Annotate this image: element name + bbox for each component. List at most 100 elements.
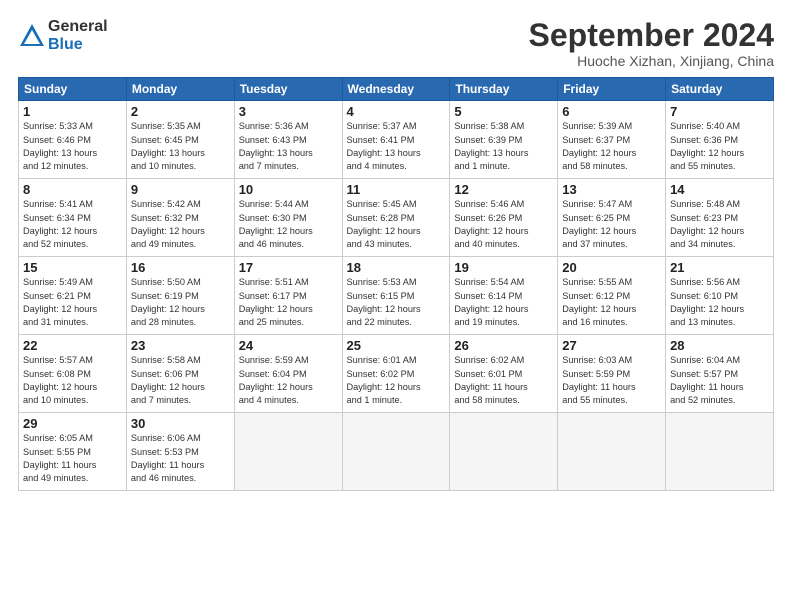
logo-general-text: General bbox=[48, 18, 108, 36]
header: General Blue September 2024 Huoche Xizha… bbox=[18, 18, 774, 69]
calendar-row: 15Sunrise: 5:49 AMSunset: 6:21 PMDayligh… bbox=[19, 257, 774, 335]
day-number: 3 bbox=[239, 104, 338, 119]
table-row: 12Sunrise: 5:46 AMSunset: 6:26 PMDayligh… bbox=[450, 179, 558, 257]
table-row: 16Sunrise: 5:50 AMSunset: 6:19 PMDayligh… bbox=[126, 257, 234, 335]
day-info: Sunrise: 6:03 AMSunset: 5:59 PMDaylight:… bbox=[562, 354, 661, 407]
table-row: 21Sunrise: 5:56 AMSunset: 6:10 PMDayligh… bbox=[666, 257, 774, 335]
day-number: 28 bbox=[670, 338, 769, 353]
calendar-row: 1Sunrise: 5:33 AMSunset: 6:46 PMDaylight… bbox=[19, 101, 774, 179]
day-info: Sunrise: 5:45 AMSunset: 6:28 PMDaylight:… bbox=[347, 198, 446, 251]
day-number: 21 bbox=[670, 260, 769, 275]
day-info: Sunrise: 5:39 AMSunset: 6:37 PMDaylight:… bbox=[562, 120, 661, 173]
table-row bbox=[342, 413, 450, 491]
day-info: Sunrise: 5:44 AMSunset: 6:30 PMDaylight:… bbox=[239, 198, 338, 251]
day-info: Sunrise: 5:50 AMSunset: 6:19 PMDaylight:… bbox=[131, 276, 230, 329]
calendar-table: Sunday Monday Tuesday Wednesday Thursday… bbox=[18, 77, 774, 491]
day-number: 20 bbox=[562, 260, 661, 275]
day-info: Sunrise: 6:01 AMSunset: 6:02 PMDaylight:… bbox=[347, 354, 446, 407]
table-row: 25Sunrise: 6:01 AMSunset: 6:02 PMDayligh… bbox=[342, 335, 450, 413]
header-sunday: Sunday bbox=[19, 78, 127, 101]
table-row: 29Sunrise: 6:05 AMSunset: 5:55 PMDayligh… bbox=[19, 413, 127, 491]
table-row: 27Sunrise: 6:03 AMSunset: 5:59 PMDayligh… bbox=[558, 335, 666, 413]
table-row: 10Sunrise: 5:44 AMSunset: 6:30 PMDayligh… bbox=[234, 179, 342, 257]
day-number: 16 bbox=[131, 260, 230, 275]
day-info: Sunrise: 5:48 AMSunset: 6:23 PMDaylight:… bbox=[670, 198, 769, 251]
day-info: Sunrise: 5:54 AMSunset: 6:14 PMDaylight:… bbox=[454, 276, 553, 329]
day-number: 25 bbox=[347, 338, 446, 353]
day-number: 11 bbox=[347, 182, 446, 197]
table-row: 13Sunrise: 5:47 AMSunset: 6:25 PMDayligh… bbox=[558, 179, 666, 257]
table-row: 30Sunrise: 6:06 AMSunset: 5:53 PMDayligh… bbox=[126, 413, 234, 491]
day-info: Sunrise: 5:35 AMSunset: 6:45 PMDaylight:… bbox=[131, 120, 230, 173]
table-row: 23Sunrise: 5:58 AMSunset: 6:06 PMDayligh… bbox=[126, 335, 234, 413]
table-row: 15Sunrise: 5:49 AMSunset: 6:21 PMDayligh… bbox=[19, 257, 127, 335]
day-info: Sunrise: 5:59 AMSunset: 6:04 PMDaylight:… bbox=[239, 354, 338, 407]
day-number: 7 bbox=[670, 104, 769, 119]
header-saturday: Saturday bbox=[666, 78, 774, 101]
table-row: 7Sunrise: 5:40 AMSunset: 6:36 PMDaylight… bbox=[666, 101, 774, 179]
day-info: Sunrise: 5:41 AMSunset: 6:34 PMDaylight:… bbox=[23, 198, 122, 251]
day-number: 17 bbox=[239, 260, 338, 275]
month-title: September 2024 bbox=[529, 18, 774, 53]
day-info: Sunrise: 5:36 AMSunset: 6:43 PMDaylight:… bbox=[239, 120, 338, 173]
table-row bbox=[234, 413, 342, 491]
day-number: 14 bbox=[670, 182, 769, 197]
table-row: 17Sunrise: 5:51 AMSunset: 6:17 PMDayligh… bbox=[234, 257, 342, 335]
table-row: 18Sunrise: 5:53 AMSunset: 6:15 PMDayligh… bbox=[342, 257, 450, 335]
table-row: 19Sunrise: 5:54 AMSunset: 6:14 PMDayligh… bbox=[450, 257, 558, 335]
day-number: 9 bbox=[131, 182, 230, 197]
day-info: Sunrise: 5:58 AMSunset: 6:06 PMDaylight:… bbox=[131, 354, 230, 407]
day-info: Sunrise: 5:51 AMSunset: 6:17 PMDaylight:… bbox=[239, 276, 338, 329]
table-row: 9Sunrise: 5:42 AMSunset: 6:32 PMDaylight… bbox=[126, 179, 234, 257]
day-number: 22 bbox=[23, 338, 122, 353]
day-info: Sunrise: 5:38 AMSunset: 6:39 PMDaylight:… bbox=[454, 120, 553, 173]
table-row: 20Sunrise: 5:55 AMSunset: 6:12 PMDayligh… bbox=[558, 257, 666, 335]
calendar-row: 29Sunrise: 6:05 AMSunset: 5:55 PMDayligh… bbox=[19, 413, 774, 491]
day-info: Sunrise: 6:02 AMSunset: 6:01 PMDaylight:… bbox=[454, 354, 553, 407]
day-number: 27 bbox=[562, 338, 661, 353]
table-row bbox=[558, 413, 666, 491]
table-row: 1Sunrise: 5:33 AMSunset: 6:46 PMDaylight… bbox=[19, 101, 127, 179]
table-row: 26Sunrise: 6:02 AMSunset: 6:01 PMDayligh… bbox=[450, 335, 558, 413]
calendar-row: 8Sunrise: 5:41 AMSunset: 6:34 PMDaylight… bbox=[19, 179, 774, 257]
table-row: 6Sunrise: 5:39 AMSunset: 6:37 PMDaylight… bbox=[558, 101, 666, 179]
day-info: Sunrise: 5:57 AMSunset: 6:08 PMDaylight:… bbox=[23, 354, 122, 407]
header-tuesday: Tuesday bbox=[234, 78, 342, 101]
table-row: 5Sunrise: 5:38 AMSunset: 6:39 PMDaylight… bbox=[450, 101, 558, 179]
table-row: 8Sunrise: 5:41 AMSunset: 6:34 PMDaylight… bbox=[19, 179, 127, 257]
table-row: 14Sunrise: 5:48 AMSunset: 6:23 PMDayligh… bbox=[666, 179, 774, 257]
day-number: 5 bbox=[454, 104, 553, 119]
day-number: 10 bbox=[239, 182, 338, 197]
table-row bbox=[450, 413, 558, 491]
table-row: 4Sunrise: 5:37 AMSunset: 6:41 PMDaylight… bbox=[342, 101, 450, 179]
day-number: 19 bbox=[454, 260, 553, 275]
day-number: 2 bbox=[131, 104, 230, 119]
day-number: 18 bbox=[347, 260, 446, 275]
day-info: Sunrise: 6:06 AMSunset: 5:53 PMDaylight:… bbox=[131, 432, 230, 485]
day-number: 15 bbox=[23, 260, 122, 275]
day-number: 23 bbox=[131, 338, 230, 353]
day-info: Sunrise: 5:56 AMSunset: 6:10 PMDaylight:… bbox=[670, 276, 769, 329]
title-block: September 2024 Huoche Xizhan, Xinjiang, … bbox=[529, 18, 774, 69]
day-info: Sunrise: 5:49 AMSunset: 6:21 PMDaylight:… bbox=[23, 276, 122, 329]
logo-blue-text: Blue bbox=[48, 36, 108, 54]
day-number: 24 bbox=[239, 338, 338, 353]
table-row: 28Sunrise: 6:04 AMSunset: 5:57 PMDayligh… bbox=[666, 335, 774, 413]
day-number: 4 bbox=[347, 104, 446, 119]
day-number: 8 bbox=[23, 182, 122, 197]
table-row: 11Sunrise: 5:45 AMSunset: 6:28 PMDayligh… bbox=[342, 179, 450, 257]
day-number: 12 bbox=[454, 182, 553, 197]
day-info: Sunrise: 5:46 AMSunset: 6:26 PMDaylight:… bbox=[454, 198, 553, 251]
table-row: 3Sunrise: 5:36 AMSunset: 6:43 PMDaylight… bbox=[234, 101, 342, 179]
day-info: Sunrise: 5:33 AMSunset: 6:46 PMDaylight:… bbox=[23, 120, 122, 173]
table-row: 24Sunrise: 5:59 AMSunset: 6:04 PMDayligh… bbox=[234, 335, 342, 413]
table-row: 2Sunrise: 5:35 AMSunset: 6:45 PMDaylight… bbox=[126, 101, 234, 179]
day-number: 13 bbox=[562, 182, 661, 197]
location-subtitle: Huoche Xizhan, Xinjiang, China bbox=[529, 53, 774, 69]
header-friday: Friday bbox=[558, 78, 666, 101]
day-number: 30 bbox=[131, 416, 230, 431]
header-wednesday: Wednesday bbox=[342, 78, 450, 101]
day-number: 6 bbox=[562, 104, 661, 119]
day-info: Sunrise: 5:37 AMSunset: 6:41 PMDaylight:… bbox=[347, 120, 446, 173]
day-info: Sunrise: 6:04 AMSunset: 5:57 PMDaylight:… bbox=[670, 354, 769, 407]
